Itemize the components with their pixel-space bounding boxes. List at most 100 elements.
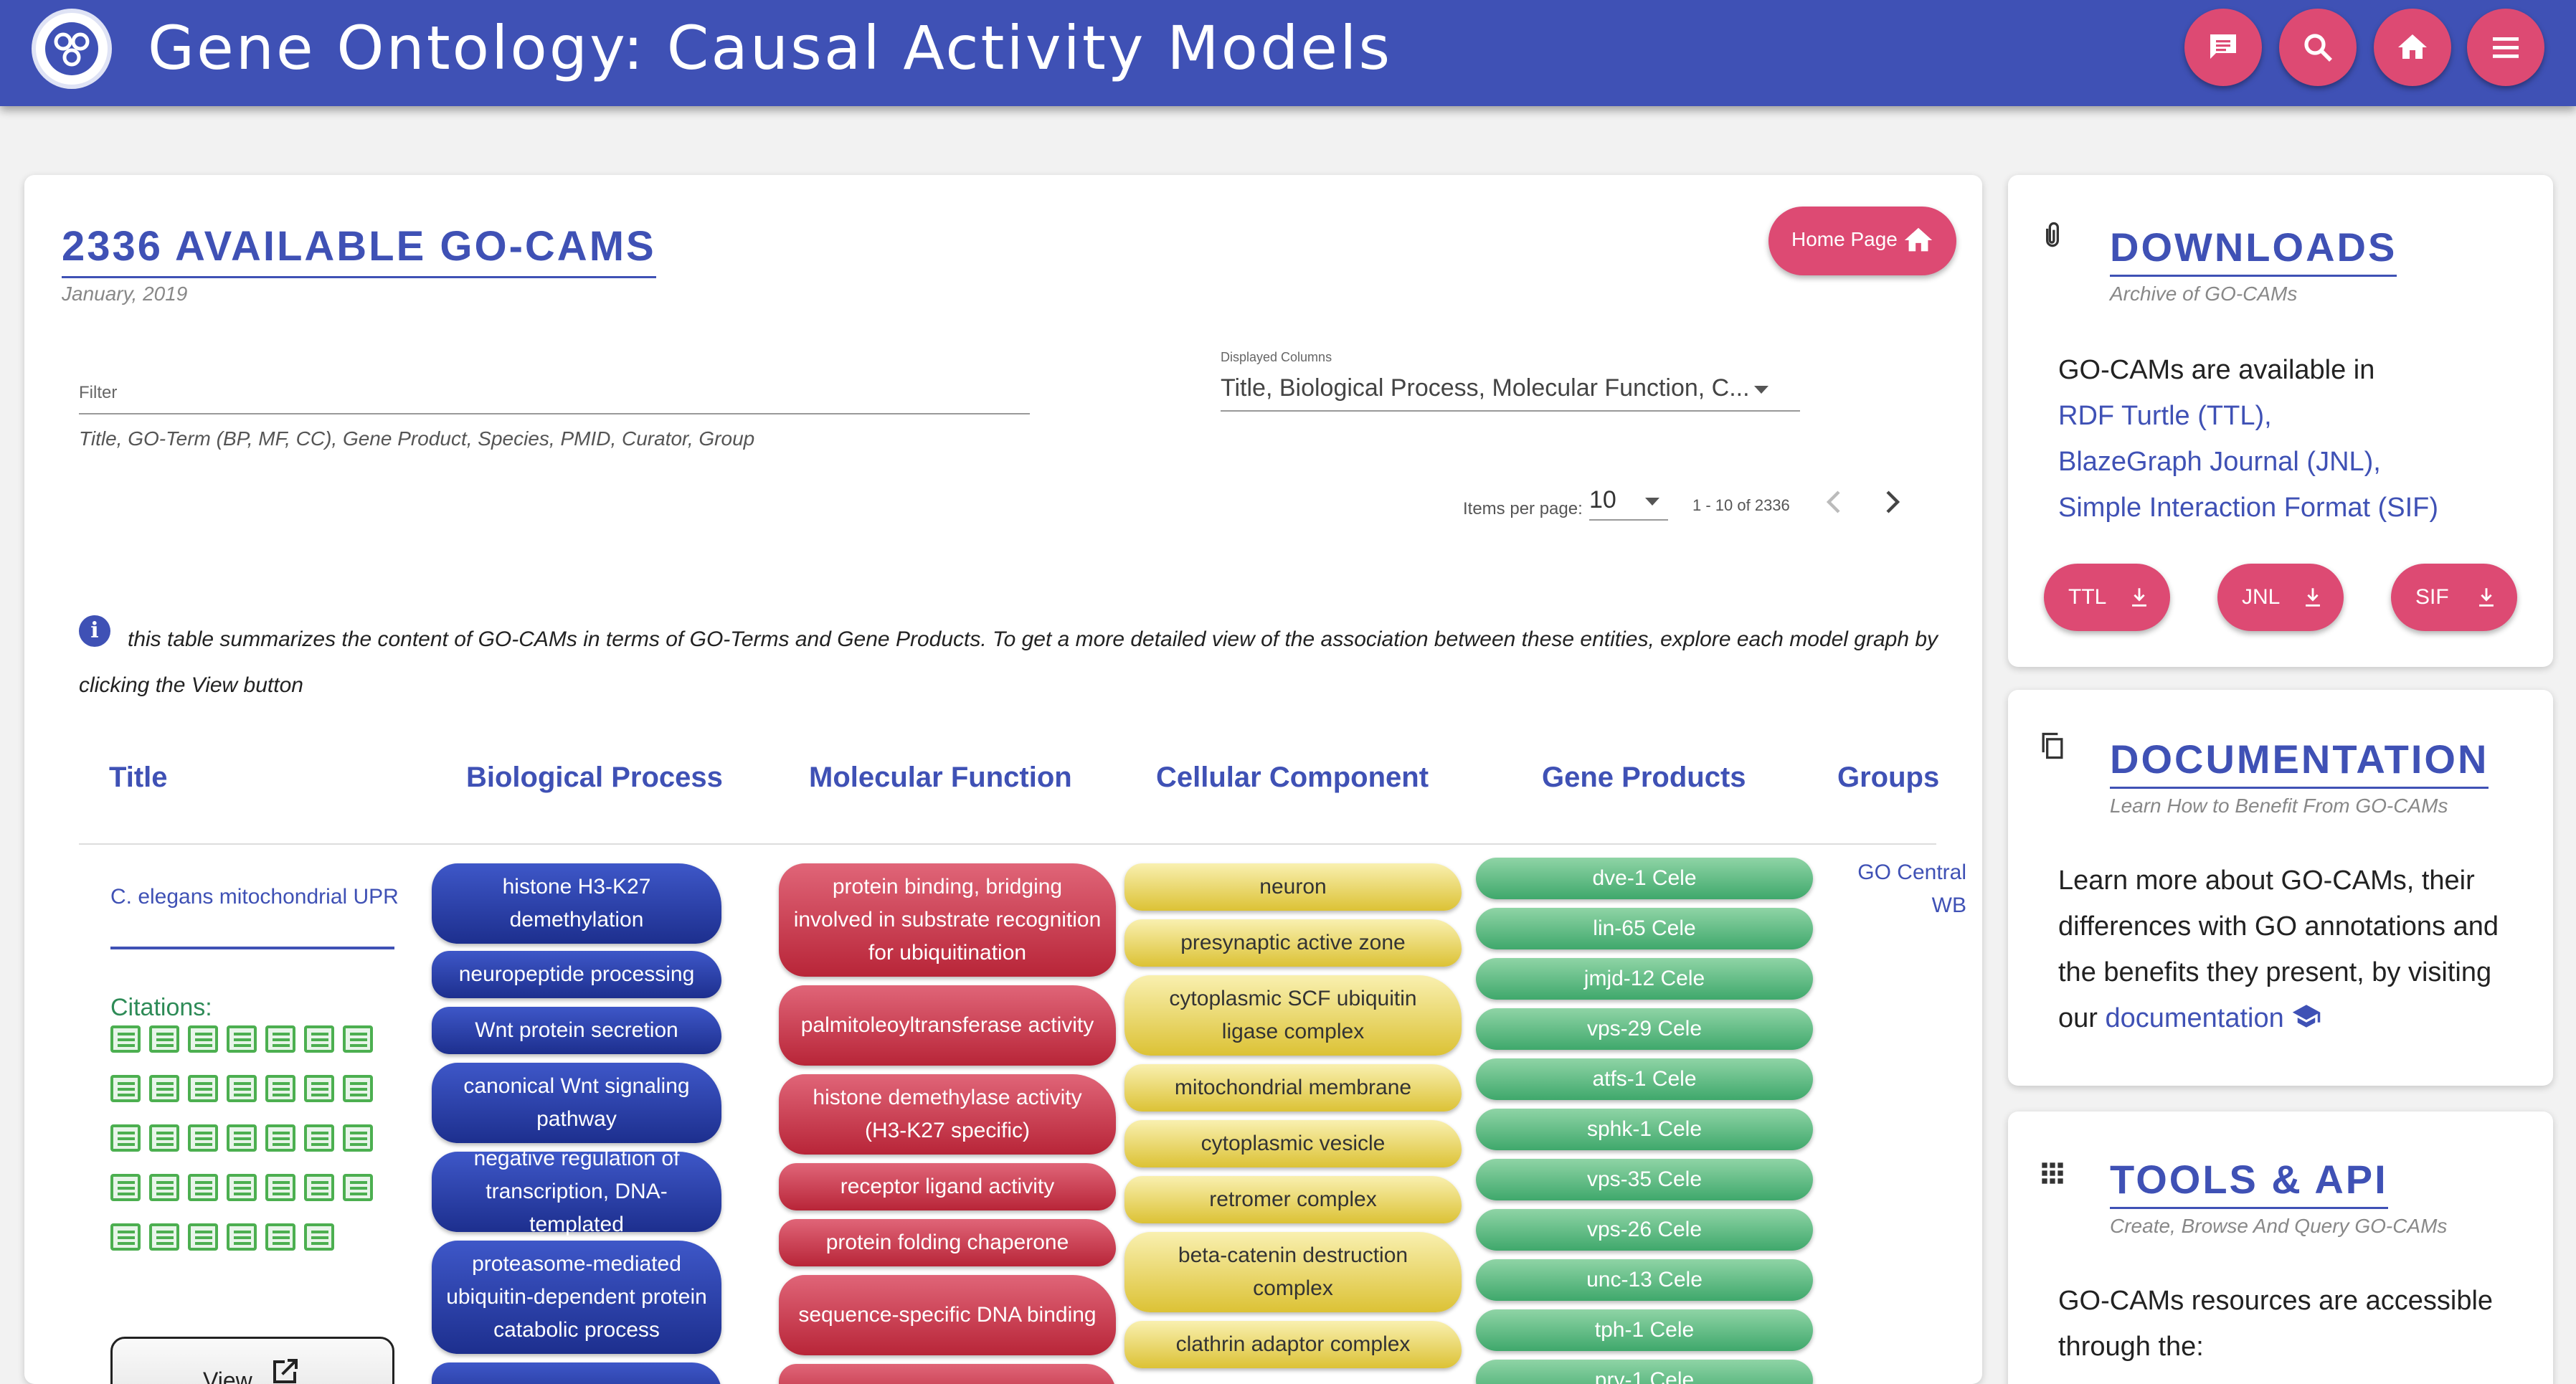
citation-icon[interactable] [304, 1075, 334, 1102]
citation-icon[interactable] [343, 1075, 373, 1102]
search-button[interactable] [2279, 9, 2357, 86]
gene-product-pill[interactable]: dve-1 Cele [1476, 858, 1813, 899]
bp-pill[interactable]: canonical Wnt signaling pathway [432, 1063, 721, 1143]
gene-product-pill[interactable]: atfs-1 Cele [1476, 1058, 1813, 1100]
items-per-page-select[interactable]: 10 [1589, 483, 1668, 521]
citation-icon[interactable] [227, 1174, 257, 1201]
menu-button[interactable] [2467, 9, 2544, 86]
mf-pill[interactable]: protein binding, bridging involved in su… [779, 863, 1116, 977]
citation-icon[interactable] [110, 1124, 141, 1152]
citation-icon[interactable] [304, 1223, 334, 1251]
gene-product-pill[interactable]: jmjd-12 Cele [1476, 958, 1813, 1000]
citation-icon[interactable] [265, 1124, 295, 1152]
citation-icon[interactable] [110, 1223, 141, 1251]
displayed-columns-select[interactable]: Title, Biological Process, Molecular Fun… [1221, 374, 1800, 412]
citation-icon[interactable] [227, 1124, 257, 1152]
bp-pill[interactable]: histone H3-K27 demethylation [432, 863, 721, 944]
citation-icon[interactable] [149, 1223, 179, 1251]
citation-icon[interactable] [188, 1075, 218, 1102]
gene-product-pill[interactable]: lin-65 Cele [1476, 908, 1813, 949]
home-button[interactable] [2374, 9, 2451, 86]
citation-icon[interactable] [343, 1124, 373, 1152]
bp-pill[interactable]: neuropeptide processing [432, 951, 721, 998]
home-page-button[interactable]: Home Page [1768, 207, 1956, 275]
previous-page-button[interactable] [1817, 485, 1852, 519]
cc-pill[interactable]: mitochondrial membrane [1124, 1064, 1462, 1112]
downloads-body: GO-CAMs are available in RDF Turtle (TTL… [2058, 347, 2532, 531]
sif-link[interactable]: Simple Interaction Format (SIF) [2058, 485, 2532, 531]
go-logo-icon[interactable] [32, 9, 112, 89]
gene-product-pill[interactable]: vps-26 Cele [1476, 1209, 1813, 1251]
gene-product-pill[interactable]: unc-13 Cele [1476, 1259, 1813, 1301]
bp-pill[interactable]: proteasome-mediated ubiquitin-dependent … [432, 1241, 721, 1354]
download-sif-button[interactable]: SIF [2391, 564, 2517, 631]
bp-pill[interactable]: negative regulation of transcription, DN… [432, 1147, 721, 1236]
citation-icon[interactable] [343, 1174, 373, 1201]
citation-icon[interactable] [304, 1025, 334, 1053]
citation-icon[interactable] [265, 1223, 295, 1251]
paperclip-icon [2046, 222, 2059, 247]
mf-pill[interactable]: histone demethylase activity (H3-K27 spe… [779, 1074, 1116, 1155]
citation-icon[interactable] [188, 1025, 218, 1053]
citation-icon[interactable] [110, 1075, 141, 1102]
column-header-groups[interactable]: Groups [1837, 762, 1939, 794]
citation-icon[interactable] [304, 1124, 334, 1152]
cc-pill[interactable]: cytoplasmic SCF ubiquitin ligase complex [1124, 975, 1462, 1056]
documentation-subtitle: Learn How to Benefit From GO-CAMs [2110, 795, 2448, 817]
cc-pill[interactable]: neuron [1124, 863, 1462, 911]
model-title-link[interactable]: C. elegans mitochondrial UPR [110, 885, 399, 909]
download-jnl-button[interactable]: JNL [2217, 564, 2344, 631]
column-header-title[interactable]: Title [109, 762, 168, 794]
gene-product-pill[interactable]: vps-29 Cele [1476, 1008, 1813, 1050]
bp-pill[interactable]: Wnt protein secretion [432, 1007, 721, 1054]
citation-icon[interactable] [227, 1075, 257, 1102]
group-link[interactable]: WB [1819, 889, 1966, 922]
mf-pill[interactable]: ... [779, 1364, 1116, 1384]
cc-pill[interactable]: beta-catenin destruction complex [1124, 1232, 1462, 1312]
filter-input[interactable] [79, 413, 1030, 414]
citation-icon[interactable] [149, 1025, 179, 1053]
next-page-button[interactable] [1875, 485, 1909, 519]
citation-icon[interactable] [149, 1174, 179, 1201]
gene-product-pill[interactable]: tph-1 Cele [1476, 1309, 1813, 1351]
gene-product-pill[interactable]: vps-35 Cele [1476, 1159, 1813, 1200]
gene-product-pill[interactable]: pry-1 Cele [1476, 1360, 1813, 1384]
column-header-gene-products[interactable]: Gene Products [1542, 762, 1746, 794]
download-ttl-button[interactable]: TTL [2044, 564, 2170, 631]
citation-icon[interactable] [227, 1223, 257, 1251]
citation-icon[interactable] [265, 1025, 295, 1053]
group-link[interactable]: GO Central [1819, 856, 1966, 889]
column-header-molecular-function[interactable]: Molecular Function [809, 762, 1072, 794]
documentation-link[interactable]: documentation [2105, 1003, 2283, 1033]
citation-icon[interactable] [265, 1174, 295, 1201]
ttl-link[interactable]: RDF Turtle (TTL), [2058, 393, 2532, 439]
mf-pill[interactable]: protein folding chaperone [779, 1219, 1116, 1266]
citation-icon[interactable] [343, 1025, 373, 1053]
column-header-cellular-component[interactable]: Cellular Component [1156, 762, 1429, 794]
citation-icon[interactable] [265, 1075, 295, 1102]
mf-pill[interactable]: receptor ligand activity [779, 1163, 1116, 1210]
page-range: 1 - 10 of 2336 [1692, 496, 1790, 514]
mf-pill[interactable]: palmitoleoyltransferase activity [779, 985, 1116, 1066]
chat-button[interactable] [2184, 9, 2262, 86]
citation-icon[interactable] [188, 1223, 218, 1251]
cc-pill[interactable]: presynaptic active zone [1124, 919, 1462, 967]
bp-pill[interactable]: ... [432, 1362, 721, 1384]
gene-product-pill[interactable]: sphk-1 Cele [1476, 1109, 1813, 1150]
mf-pill[interactable]: sequence-specific DNA binding [779, 1275, 1116, 1355]
citation-icon[interactable] [110, 1174, 141, 1201]
citation-icon[interactable] [188, 1124, 218, 1152]
citation-icon[interactable] [227, 1025, 257, 1053]
jnl-link[interactable]: BlazeGraph Journal (JNL), [2058, 439, 2532, 485]
citation-icon[interactable] [149, 1124, 179, 1152]
cc-pill[interactable]: clathrin adaptor complex [1124, 1321, 1462, 1368]
citation-icon[interactable] [188, 1174, 218, 1201]
cc-pill[interactable]: cytoplasmic vesicle [1124, 1120, 1462, 1167]
view-model-button[interactable]: View [110, 1337, 394, 1384]
column-header-biological-process[interactable]: Biological Process [466, 762, 723, 794]
citation-icon[interactable] [110, 1025, 141, 1053]
citation-icon[interactable] [304, 1174, 334, 1201]
citation-icon[interactable] [149, 1075, 179, 1102]
apps-grid-icon [2042, 1162, 2063, 1184]
cc-pill[interactable]: retromer complex [1124, 1176, 1462, 1223]
